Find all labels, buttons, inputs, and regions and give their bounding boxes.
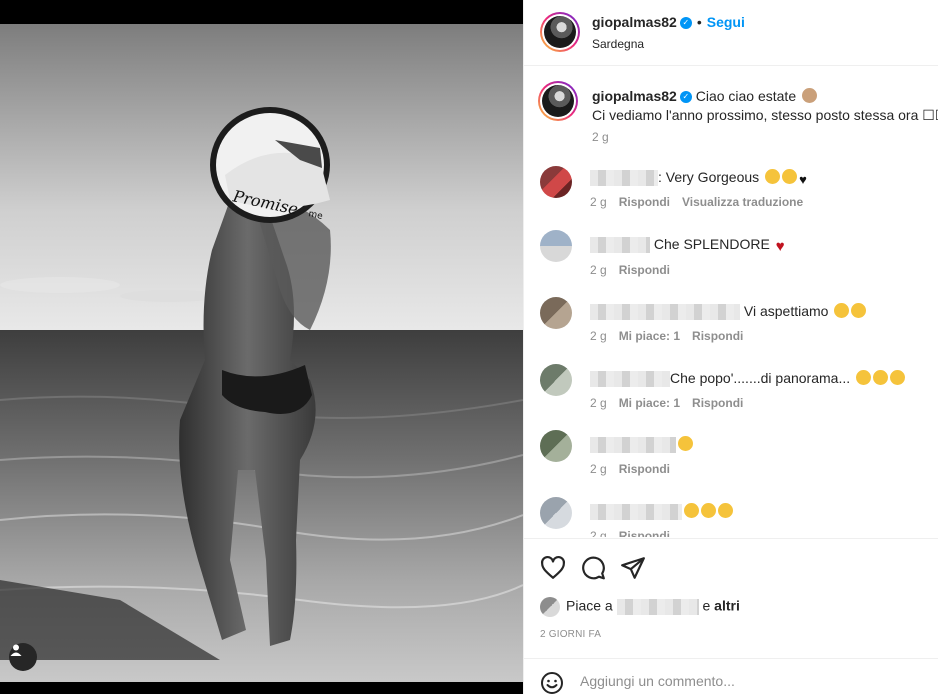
separator-dot: • [696,14,702,30]
comment-text: Che SPLENDORE [653,236,770,252]
comments-list[interactable]: giopalmas82 ✓ Ciao ciao estate Ci vediamo… [524,67,938,537]
comment-time: 2 g [590,263,607,277]
commenter-avatar[interactable] [540,297,572,329]
commenter-username-blurred[interactable] [590,504,682,521]
comment-text: Che popo'.......di panorama... [670,370,851,386]
heart-eyes-emoji-icon [765,169,781,184]
heart-eyes-emoji-icon [701,503,716,518]
commenter-username-blurred[interactable] [590,170,658,187]
black-heart-icon: ♥ [799,172,807,187]
reply-button[interactable]: Rispondi [692,329,743,343]
post-sidebar: giopalmas82 ✓ • Segui Sardegna giopalmas82 ✓… [523,0,938,694]
verified-icon: ✓ [679,91,692,104]
share-icon[interactable] [620,555,646,581]
beach-photo: Promise me [0,0,523,694]
reply-button[interactable]: Rispondi [619,529,670,537]
comment-time: 2 g [590,329,607,343]
commenter-username-blurred[interactable] [590,304,740,321]
caption-line-1: Ciao ciao estate [695,88,797,104]
heart-eyes-emoji-icon [678,436,693,451]
add-comment-bar [524,658,938,694]
heart-eyes-emoji-icon [718,503,733,518]
post-header: giopalmas82 ✓ • Segui Sardegna [524,0,938,66]
heart-icon[interactable] [540,555,566,581]
post-photo[interactable]: Promise me [0,0,523,694]
caption-avatar[interactable] [538,81,578,121]
reply-button[interactable]: Rispondi [692,396,743,410]
comment-time: 2 g [590,529,607,537]
author-username[interactable]: giopalmas82 [592,14,677,30]
caption-line-2: Ci vediamo l'anno prossimo, stesso posto… [592,107,938,123]
comment-time: 2 g [590,462,607,476]
tongue-emoji-icon [856,370,872,385]
commenter-avatar[interactable] [540,430,572,462]
author-avatar[interactable] [540,12,580,52]
commenter-avatar[interactable] [540,497,572,529]
smiling-hug-emoji-icon [834,303,850,318]
post-actions: Piace a e altri 2 GIORNI FA [524,538,938,658]
post-date[interactable]: 2 GIORNI FA [540,629,601,640]
likes-summary[interactable]: Piace a e altri [540,597,740,617]
commenter-avatar[interactable] [540,230,572,262]
reply-button[interactable]: Rispondi [619,263,670,277]
translate-button[interactable]: Visualizza traduzione [682,195,803,209]
comment-likes[interactable]: Mi piace: 1 [619,396,680,410]
liker-username-blurred[interactable] [616,599,699,615]
comment-input[interactable] [580,673,910,689]
wink-tongue-emoji-icon [890,370,906,385]
verified-icon: ✓ [679,16,692,29]
reply-button[interactable]: Rispondi [619,462,670,476]
comment-text: Vi aspettiamo [743,303,829,319]
commenter-avatar[interactable] [540,166,572,198]
comment-text: : Very Gorgeous [658,169,760,185]
user-tag-icon [10,644,22,656]
comment-time: 2 g [590,195,607,209]
comment-time: 2 g [590,396,607,410]
heart-eyes-emoji-icon [684,503,699,518]
wink-tongue-emoji-icon [873,370,889,385]
reply-button[interactable]: Rispondi [619,195,670,209]
comment-icon[interactable] [580,555,606,581]
waving-hand-icon [802,88,818,103]
smiling-hug-emoji-icon [851,303,867,318]
commenter-username-blurred[interactable] [590,371,670,388]
likes-others-link[interactable]: altri [714,598,740,614]
commenter-username-blurred[interactable] [590,237,650,254]
user-tag-button[interactable] [9,643,37,671]
follow-button[interactable]: Segui [707,14,745,30]
likes-prefix: Piace a [566,597,613,614]
commenter-avatar[interactable] [540,364,572,396]
commenter-username-blurred[interactable] [590,437,676,454]
post-location[interactable]: Sardegna [592,37,644,51]
comment-likes[interactable]: Mi piace: 1 [619,329,680,343]
red-heart-icon: ♥ [775,238,785,255]
heart-eyes-emoji-icon [782,169,798,184]
caption-time: 2 g [592,130,609,144]
emoji-icon[interactable] [540,671,564,694]
likes-middle: e [702,597,711,614]
liker-avatar [540,597,560,617]
caption-username[interactable]: giopalmas82 [592,88,677,104]
